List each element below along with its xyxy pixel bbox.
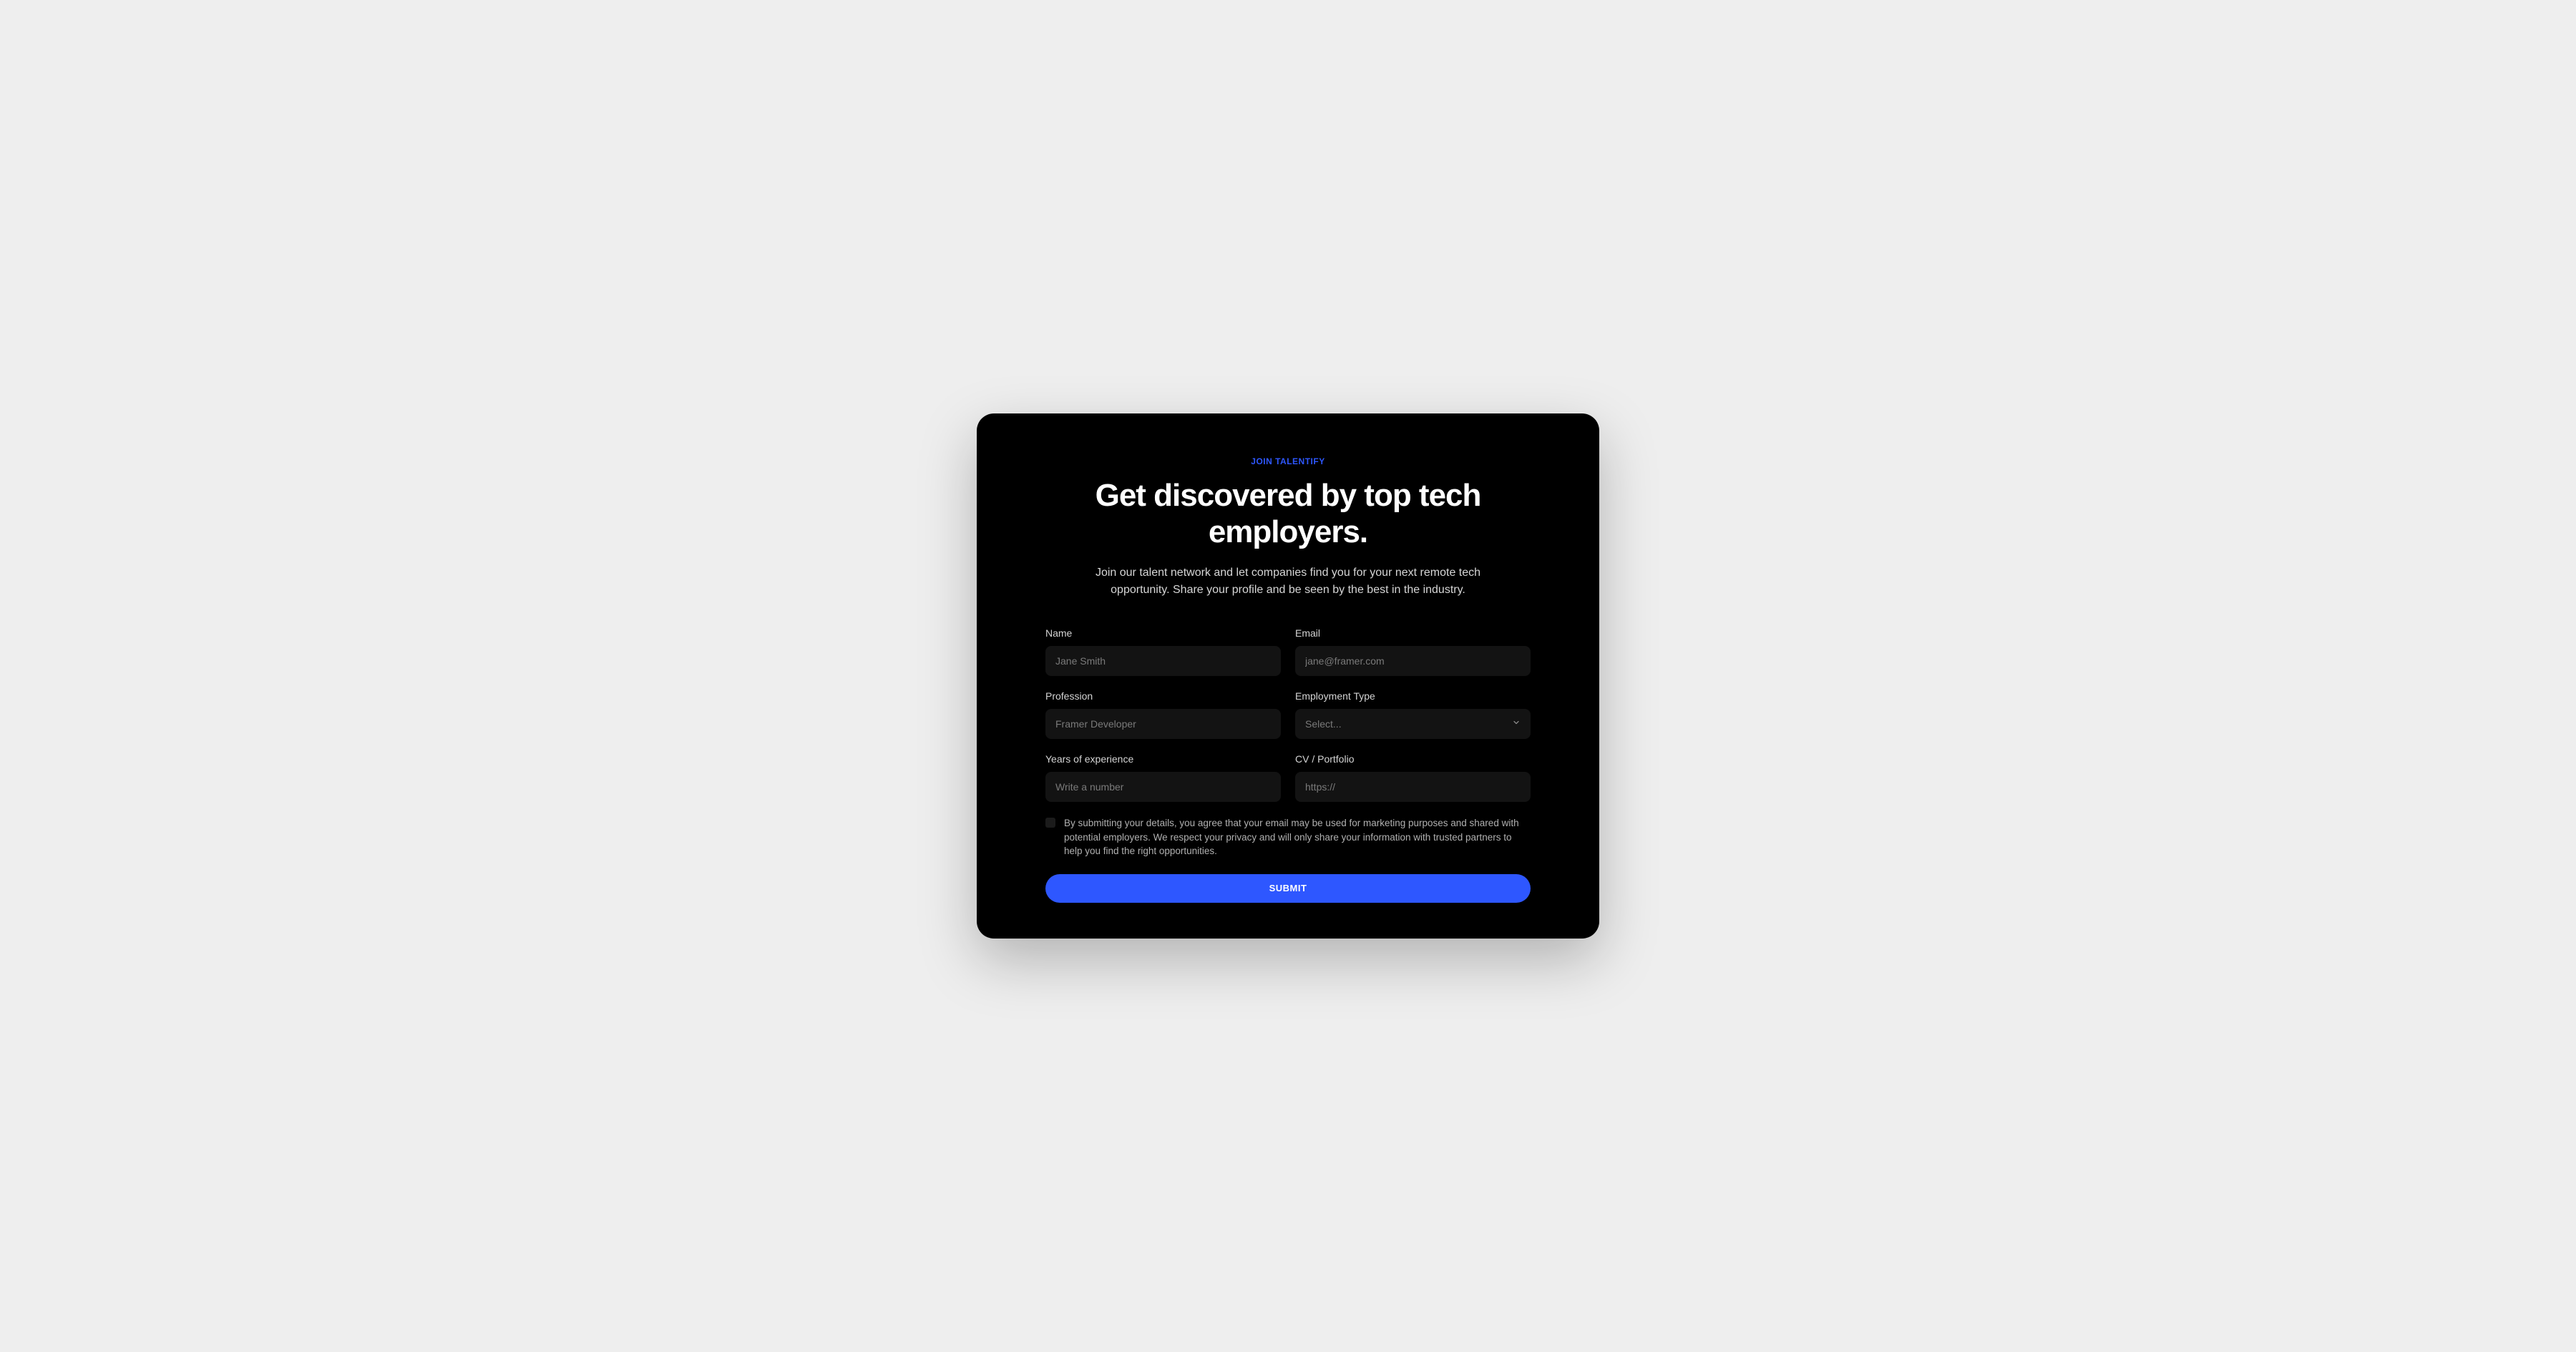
cv-input[interactable] — [1295, 772, 1531, 802]
employment-type-select[interactable]: Select... — [1295, 709, 1531, 739]
eyebrow-text: JOIN TALENTIFY — [1045, 456, 1531, 466]
email-field-group: Email — [1295, 627, 1531, 676]
page-subtitle: Join our talent network and let companie… — [1080, 564, 1496, 599]
consent-text: By submitting your details, you agree th… — [1064, 816, 1531, 858]
signup-card: JOIN TALENTIFY Get discovered by top tec… — [977, 413, 1599, 939]
consent-row: By submitting your details, you agree th… — [1045, 816, 1531, 858]
experience-label: Years of experience — [1045, 753, 1281, 765]
experience-field-group: Years of experience — [1045, 753, 1281, 802]
profession-field-group: Profession — [1045, 690, 1281, 739]
name-label: Name — [1045, 627, 1281, 639]
employment-type-select-wrap: Select... — [1295, 709, 1531, 739]
consent-checkbox[interactable] — [1045, 818, 1055, 828]
cv-label: CV / Portfolio — [1295, 753, 1531, 765]
experience-input[interactable] — [1045, 772, 1281, 802]
form-grid: Name Email Profession Employment Type Se… — [1045, 627, 1531, 802]
name-field-group: Name — [1045, 627, 1281, 676]
employment-type-field-group: Employment Type Select... — [1295, 690, 1531, 739]
cv-field-group: CV / Portfolio — [1295, 753, 1531, 802]
name-input[interactable] — [1045, 646, 1281, 676]
email-label: Email — [1295, 627, 1531, 639]
submit-button[interactable]: SUBMIT — [1045, 874, 1531, 903]
profession-label: Profession — [1045, 690, 1281, 702]
page-title: Get discovered by top tech employers. — [1045, 478, 1531, 550]
email-input[interactable] — [1295, 646, 1531, 676]
employment-type-label: Employment Type — [1295, 690, 1531, 702]
profession-input[interactable] — [1045, 709, 1281, 739]
